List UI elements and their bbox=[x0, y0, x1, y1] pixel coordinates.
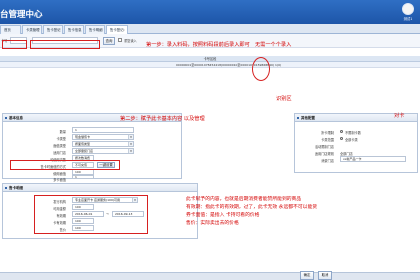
chevron-down-icon: ▾ bbox=[128, 135, 133, 139]
username: 测试1 bbox=[403, 17, 413, 21]
annotation-box-card bbox=[34, 195, 148, 234]
app-header: 台管理中心 测试1 bbox=[0, 0, 420, 24]
store-select[interactable]: 全部童装门店 ▾ bbox=[72, 148, 134, 154]
footer bbox=[0, 272, 420, 280]
annotation-recognition: 识别区 bbox=[276, 96, 292, 102]
field-qty-label: 数量 bbox=[59, 130, 66, 134]
card-detail-title: 售卡明细 bbox=[3, 184, 197, 192]
panel-icon bbox=[297, 117, 299, 119]
face-type-select[interactable]: 按面值类型 ▾ bbox=[72, 141, 134, 147]
tab-home[interactable]: 首页 bbox=[0, 25, 21, 34]
annotation-step2: 第二步：赋予此卡基本内容 以及管理 bbox=[120, 116, 205, 122]
note-line-3: 券卡面值：是指入 卡持可看的价格 bbox=[186, 213, 260, 218]
shop-select[interactable]: xx新产品一卡 bbox=[340, 156, 406, 162]
chevron-down-icon: ▾ bbox=[128, 149, 133, 153]
tab-sale-register[interactable]: 售卡登记 × bbox=[43, 25, 63, 34]
note-line-4: 售价：实际卖出去的价格 bbox=[186, 221, 239, 226]
query-button[interactable]: 查询 bbox=[103, 37, 115, 45]
annotation-card-notes: 此卡赋予的内容，也就是后期消费者能赞所能到的商品 有效期：指此卡的有效期，过了，… bbox=[186, 196, 317, 228]
grid-row: 00000001至00001078454418(00000010至0000101… bbox=[0, 62, 420, 68]
limit-value: 不限制卡数 bbox=[345, 131, 361, 135]
repeat-read-checkbox[interactable] bbox=[118, 38, 122, 42]
annotation-box-mode bbox=[10, 160, 120, 170]
avatar[interactable] bbox=[402, 3, 414, 15]
limit-radio[interactable] bbox=[340, 130, 343, 133]
note-line-1: 此卡赋予的内容，也就是后期消费者能赞所能到的商品 bbox=[186, 197, 302, 202]
tab-bar: 首页 卡类管理 × 售卡登记 × 售卡信息 × 售卡明细 × 售卡登记 × bbox=[0, 24, 420, 34]
app-title: 台管理中心 bbox=[0, 10, 43, 20]
range-radio[interactable] bbox=[340, 137, 343, 140]
tab-sale-info[interactable]: 售卡信息 × bbox=[64, 25, 84, 34]
limit-label: 折卡限制 bbox=[321, 131, 334, 135]
rule-label: 适用门店规则 bbox=[314, 152, 334, 156]
card-type-select[interactable]: 现金储值卡 ▾ bbox=[72, 134, 134, 140]
checkbox-label: 重复读入 bbox=[124, 39, 137, 43]
note-line-2: 有效期：指此卡的有效期，过了，此卡无效 永远都不可以能货 bbox=[186, 205, 318, 210]
quantity-field[interactable]: 1 bbox=[72, 127, 134, 133]
shop-label: 消费门店 bbox=[321, 159, 334, 163]
field-store-label: 适用门店 bbox=[53, 151, 66, 155]
field-multi-label: 多卡面值 bbox=[53, 178, 66, 182]
annotation-step1: 第一步：录入料码，按照料码段前后录入即可 无需一个个录入 bbox=[146, 42, 292, 48]
cancel-button[interactable]: 取消 bbox=[318, 271, 332, 280]
annotation-side: 对卡 bbox=[394, 113, 405, 119]
annotation-box-input2 bbox=[30, 40, 100, 49]
panel-icon bbox=[5, 117, 7, 119]
tab-sale-register-active[interactable]: 售卡登记 × bbox=[106, 25, 128, 34]
grid-count: 1(0) bbox=[275, 63, 282, 67]
tab-card-mgmt[interactable]: 卡类管理 × bbox=[22, 25, 42, 34]
chevron-down-icon: ▾ bbox=[128, 142, 133, 146]
field-face-label: 使用面值 bbox=[53, 172, 66, 176]
multi-value-field[interactable]: 1 bbox=[72, 175, 94, 179]
annotation-circle bbox=[252, 57, 270, 81]
ok-button[interactable]: 确定 bbox=[300, 271, 314, 280]
other-config-panel: 其他配置 bbox=[294, 113, 418, 173]
range-value: 全部卡类 bbox=[345, 138, 358, 142]
annotation-box-input1 bbox=[2, 40, 27, 49]
tab-sale-detail[interactable]: 售卡明细 × bbox=[85, 25, 105, 34]
field-facetype-label: 面值类型 bbox=[53, 144, 66, 148]
panel-icon bbox=[5, 187, 7, 189]
field-cardtype-label: 卡类型 bbox=[56, 137, 66, 141]
activity-label: 活动限制门店 bbox=[314, 145, 334, 149]
range-label: 卡类范围 bbox=[321, 138, 334, 142]
